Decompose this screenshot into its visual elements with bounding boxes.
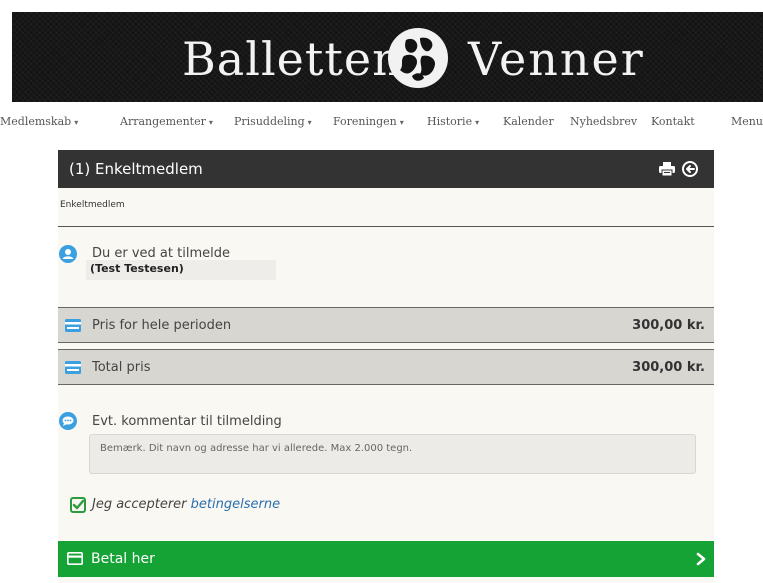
registrant-name: (Test Testesen) xyxy=(90,262,184,275)
credit-card-icon xyxy=(65,361,81,374)
panel-title: (1) Enkeltmedlem xyxy=(69,160,203,178)
membership-subtitle: Enkeltmedlem xyxy=(60,200,125,210)
price-total-row: Total pris 300,00 kr. xyxy=(58,349,714,385)
comment-textarea[interactable] xyxy=(89,434,696,474)
nav-item-kalender[interactable]: Kalender xyxy=(503,115,554,128)
main-navigation: Medlemskab ▾ Arrangementer ▾ Prisuddeling ▾… xyxy=(0,115,763,137)
price-total-value: 300,00 kr. xyxy=(632,360,705,375)
nav-label: Prisuddeling xyxy=(234,115,305,128)
nav-label: Historie xyxy=(427,115,473,128)
divider xyxy=(58,226,714,227)
nav-item-nyhedsbrev[interactable]: Nyhedsbrev xyxy=(570,115,637,128)
comment-label: Evt. kommentar til tilmelding xyxy=(92,414,282,429)
price-period-value: 300,00 kr. xyxy=(632,318,705,333)
registrant-label: Du er ved at tilmelde xyxy=(92,246,230,261)
chevron-down-icon: ▾ xyxy=(307,118,312,127)
nav-item-prisuddeling[interactable]: Prisuddeling ▾ xyxy=(234,115,312,128)
brand-name-right: Venner xyxy=(468,32,645,86)
credit-card-icon xyxy=(67,552,83,565)
panel-header: (1) Enkeltmedlem xyxy=(58,150,714,188)
terms-acceptance: Jeg accepterer betingelserne xyxy=(92,497,280,512)
registrant-name-box: (Test Testesen) xyxy=(86,260,276,280)
checkbox-checked-icon[interactable] xyxy=(70,497,86,513)
user-icon xyxy=(59,245,77,263)
nav-item-foreningen[interactable]: Foreningen ▾ xyxy=(333,115,404,128)
registration-panel: (1) Enkeltmedlem Enkeltmedlem Du er ved … xyxy=(58,150,714,583)
nav-item-menu[interactable]: Menu xyxy=(731,115,763,128)
exit-icon[interactable] xyxy=(682,161,698,177)
price-period-row: Pris for hele perioden 300,00 kr. xyxy=(58,307,714,343)
credit-card-icon xyxy=(65,319,81,332)
pay-button-label: Betal her xyxy=(91,551,155,567)
price-total-label: Total pris xyxy=(92,360,151,375)
chevron-down-icon: ▾ xyxy=(475,118,480,127)
site-header-banner: Ballettens Venner xyxy=(12,12,763,102)
nav-label: Foreningen xyxy=(333,115,397,128)
nav-item-kontakt[interactable]: Kontakt xyxy=(651,115,695,128)
nav-item-historie[interactable]: Historie ▾ xyxy=(427,115,479,128)
terms-prefix: Jeg accepterer xyxy=(92,497,191,512)
chevron-right-icon xyxy=(696,552,706,566)
nav-item-medlemskab[interactable]: Medlemskab ▾ xyxy=(0,115,78,128)
nav-item-arrangementer[interactable]: Arrangementer ▾ xyxy=(120,115,213,128)
terms-link[interactable]: betingelserne xyxy=(191,497,280,512)
chevron-down-icon: ▾ xyxy=(208,118,213,127)
price-period-label: Pris for hele perioden xyxy=(92,318,232,333)
nav-label: Medlemskab xyxy=(0,115,72,128)
chevron-down-icon: ▾ xyxy=(399,118,404,127)
pay-button[interactable]: Betal her xyxy=(58,541,714,577)
print-icon[interactable] xyxy=(659,162,675,176)
dancers-logo-icon[interactable] xyxy=(386,26,450,90)
chat-bubble-icon xyxy=(59,412,77,430)
chevron-down-icon: ▾ xyxy=(74,118,79,127)
nav-label: Arrangementer xyxy=(120,115,206,128)
